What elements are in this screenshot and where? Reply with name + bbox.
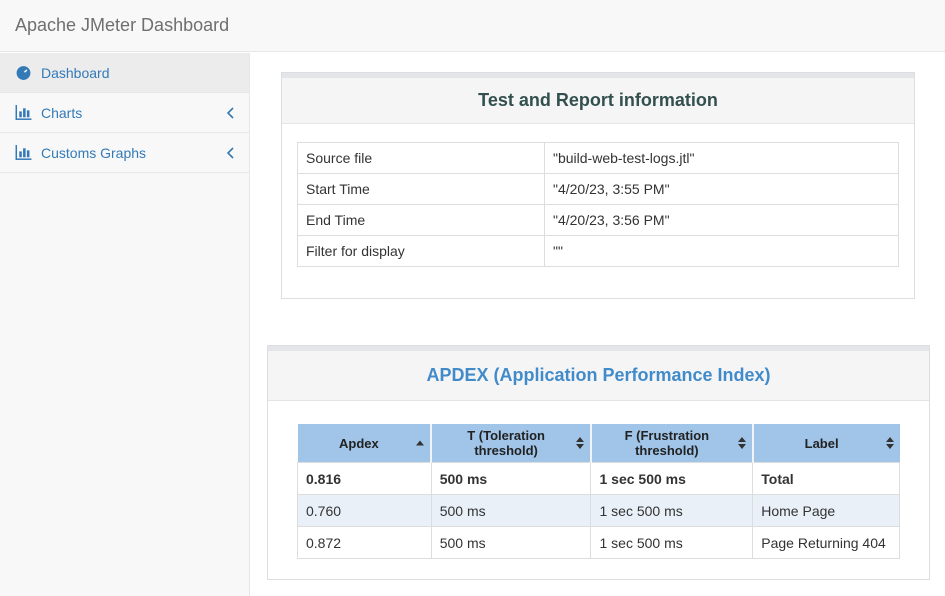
apdex-column-header[interactable]: Apdex (298, 424, 432, 463)
apdex-panel-body: Apdex T (Toleration threshold) F (Frustrat… (268, 401, 929, 559)
apdex-cell: 500 ms (431, 527, 591, 559)
apdex-table-row: 0.872500 ms1 sec 500 msPage Returning 40… (298, 527, 900, 559)
sort-asc-icon (416, 441, 424, 446)
apdex-table-row: 0.760500 ms1 sec 500 msHome Page (298, 495, 900, 527)
info-table-row: Filter for display"" (298, 236, 899, 267)
dashboard-icon (15, 64, 33, 81)
sidebar-item-dashboard[interactable]: Dashboard (0, 53, 249, 93)
info-row-value: "4/20/23, 3:55 PM" (545, 174, 899, 205)
app-title: Apache JMeter Dashboard (0, 15, 229, 36)
apdex-cell: 500 ms (431, 463, 591, 495)
apdex-cell: 1 sec 500 ms (591, 495, 753, 527)
apdex-column-label: Apdex (339, 436, 379, 451)
bar-chart-icon (15, 145, 33, 160)
sidebar-item-label: Customs Graphs (41, 145, 146, 161)
sidebar-item-charts[interactable]: Charts (0, 93, 249, 133)
info-table-row: Start Time"4/20/23, 3:55 PM" (298, 174, 899, 205)
sort-both-icon (576, 437, 584, 449)
info-row-label: Start Time (298, 174, 545, 205)
sidebar-item-customs-graphs[interactable]: Customs Graphs (0, 133, 249, 173)
info-row-label: End Time (298, 205, 545, 236)
apdex-column-label: F (Frustration threshold) (625, 428, 710, 458)
sidebar-item-label: Charts (41, 105, 82, 121)
apdex-table: Apdex T (Toleration threshold) F (Frustrat… (297, 424, 900, 559)
info-table-row: End Time"4/20/23, 3:56 PM" (298, 205, 899, 236)
test-report-table: Source file"build-web-test-logs.jtl"Star… (297, 142, 899, 267)
chevron-left-icon (226, 106, 235, 119)
apdex-cell: Page Returning 404 (753, 527, 900, 559)
apdex-cell: 1 sec 500 ms (591, 527, 753, 559)
bar-chart-icon (15, 105, 33, 120)
chevron-left-icon (226, 146, 235, 159)
apdex-column-header[interactable]: F (Frustration threshold) (591, 424, 753, 463)
info-row-value: "" (545, 236, 899, 267)
info-row-label: Source file (298, 143, 545, 174)
apdex-column-header[interactable]: Label (753, 424, 900, 463)
test-report-panel-heading: Test and Report information (282, 78, 914, 124)
info-row-value: "4/20/23, 3:56 PM" (545, 205, 899, 236)
apdex-cell: Home Page (753, 495, 900, 527)
apdex-cell: 1 sec 500 ms (591, 463, 753, 495)
apdex-column-label: Label (805, 436, 839, 451)
apdex-column-label: T (Toleration threshold) (467, 428, 545, 458)
main-content: Test and Report information Source file"… (251, 53, 945, 596)
apdex-cell: 0.872 (298, 527, 432, 559)
sidebar: Dashboard Charts Customs (0, 53, 250, 596)
sidebar-item-label: Dashboard (41, 65, 110, 81)
info-row-label: Filter for display (298, 236, 545, 267)
top-navbar: Apache JMeter Dashboard (0, 0, 945, 52)
apdex-panel-title: APDEX (Application Performance Index) (426, 365, 770, 386)
sort-both-icon (886, 437, 894, 449)
test-report-panel: Test and Report information Source file"… (281, 72, 915, 299)
info-row-value: "build-web-test-logs.jtl" (545, 143, 899, 174)
apdex-panel-heading: APDEX (Application Performance Index) (268, 351, 929, 401)
apdex-cell: Total (753, 463, 900, 495)
sort-both-icon (738, 437, 746, 449)
info-table-row: Source file"build-web-test-logs.jtl" (298, 143, 899, 174)
apdex-cell: 0.760 (298, 495, 432, 527)
test-report-panel-title: Test and Report information (478, 90, 718, 111)
test-report-panel-body: Source file"build-web-test-logs.jtl"Star… (282, 124, 914, 285)
apdex-cell: 0.816 (298, 463, 432, 495)
apdex-table-row: 0.816500 ms1 sec 500 msTotal (298, 463, 900, 495)
apdex-cell: 500 ms (431, 495, 591, 527)
apdex-panel: APDEX (Application Performance Index) Ap… (267, 345, 930, 580)
apdex-column-header[interactable]: T (Toleration threshold) (431, 424, 591, 463)
